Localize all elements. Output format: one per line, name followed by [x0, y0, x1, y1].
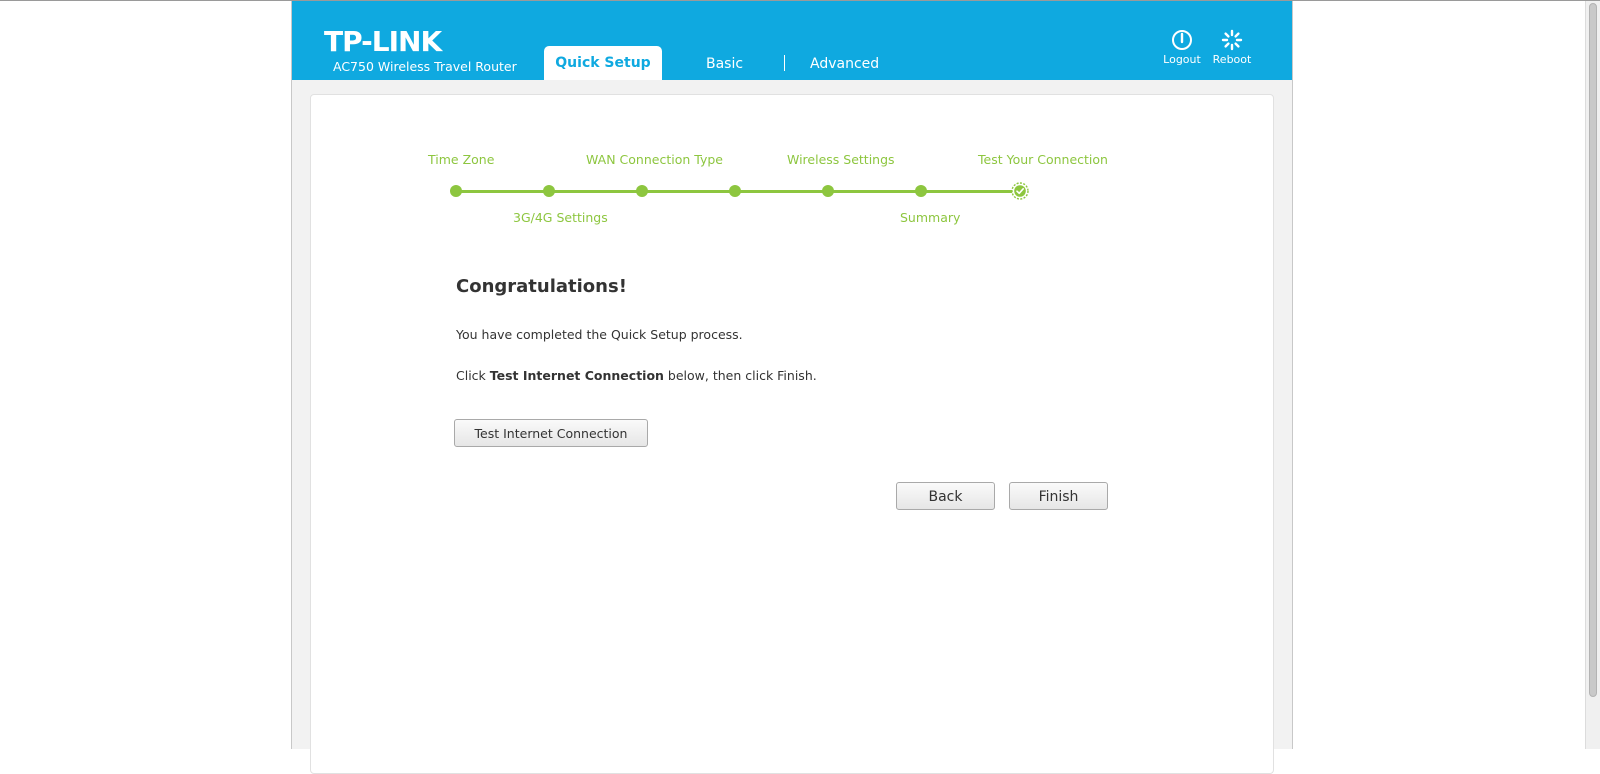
step-dot: [729, 185, 741, 197]
step-label-wireless-settings: Wireless Settings: [787, 152, 895, 167]
logout-button[interactable]: Logout: [1160, 29, 1204, 67]
brand-logo: TP-LINK: [324, 25, 442, 58]
test-internet-connection-button[interactable]: Test Internet Connection: [454, 419, 648, 447]
tab-divider: [784, 55, 785, 71]
step-dot: [636, 185, 648, 197]
quick-setup-panel: Time Zone WAN Connection Type Wireless S…: [310, 94, 1274, 774]
scrollbar-thumb[interactable]: [1589, 3, 1597, 697]
step-label-wan-connection-type: WAN Connection Type: [586, 152, 723, 167]
instruction-suffix: below, then click Finish.: [663, 368, 817, 383]
router-admin-frame: TP-LINK AC750 Wireless Travel Router Qui…: [291, 1, 1293, 774]
tab-advanced[interactable]: Advanced: [810, 55, 879, 73]
step-dot: [822, 185, 834, 197]
instruction-bold: Test Internet Connection: [489, 368, 664, 383]
instruction-message: Click Test Internet Connection below, th…: [456, 368, 817, 384]
step-dot: [450, 185, 462, 197]
step-dot: [543, 185, 555, 197]
reboot-label: Reboot: [1212, 53, 1252, 66]
instruction-prefix: Click: [456, 368, 490, 383]
page-scrollbar[interactable]: [1585, 1, 1600, 749]
completion-message: You have completed the Quick Setup proce…: [456, 327, 743, 342]
model-name: AC750 Wireless Travel Router: [333, 59, 517, 74]
finish-button[interactable]: Finish: [1009, 482, 1108, 510]
check-circle-icon: [1011, 182, 1029, 200]
tab-basic[interactable]: Basic: [706, 55, 743, 73]
step-label-time-zone: Time Zone: [428, 152, 495, 167]
step-label-summary: Summary: [900, 210, 961, 225]
page-title: Congratulations!: [456, 276, 627, 297]
back-button[interactable]: Back: [896, 482, 995, 510]
logout-label: Logout: [1163, 53, 1201, 66]
tab-quick-setup[interactable]: Quick Setup: [544, 46, 662, 80]
step-label-3g4g-settings: 3G/4G Settings: [513, 210, 608, 225]
step-label-test-your-connection: Test Your Connection: [978, 152, 1108, 167]
reboot-spinner-icon: [1221, 29, 1243, 51]
header-bar: TP-LINK AC750 Wireless Travel Router Qui…: [292, 1, 1292, 80]
power-icon: [1172, 30, 1192, 50]
reboot-button[interactable]: Reboot: [1210, 29, 1254, 67]
step-dot: [915, 185, 927, 197]
